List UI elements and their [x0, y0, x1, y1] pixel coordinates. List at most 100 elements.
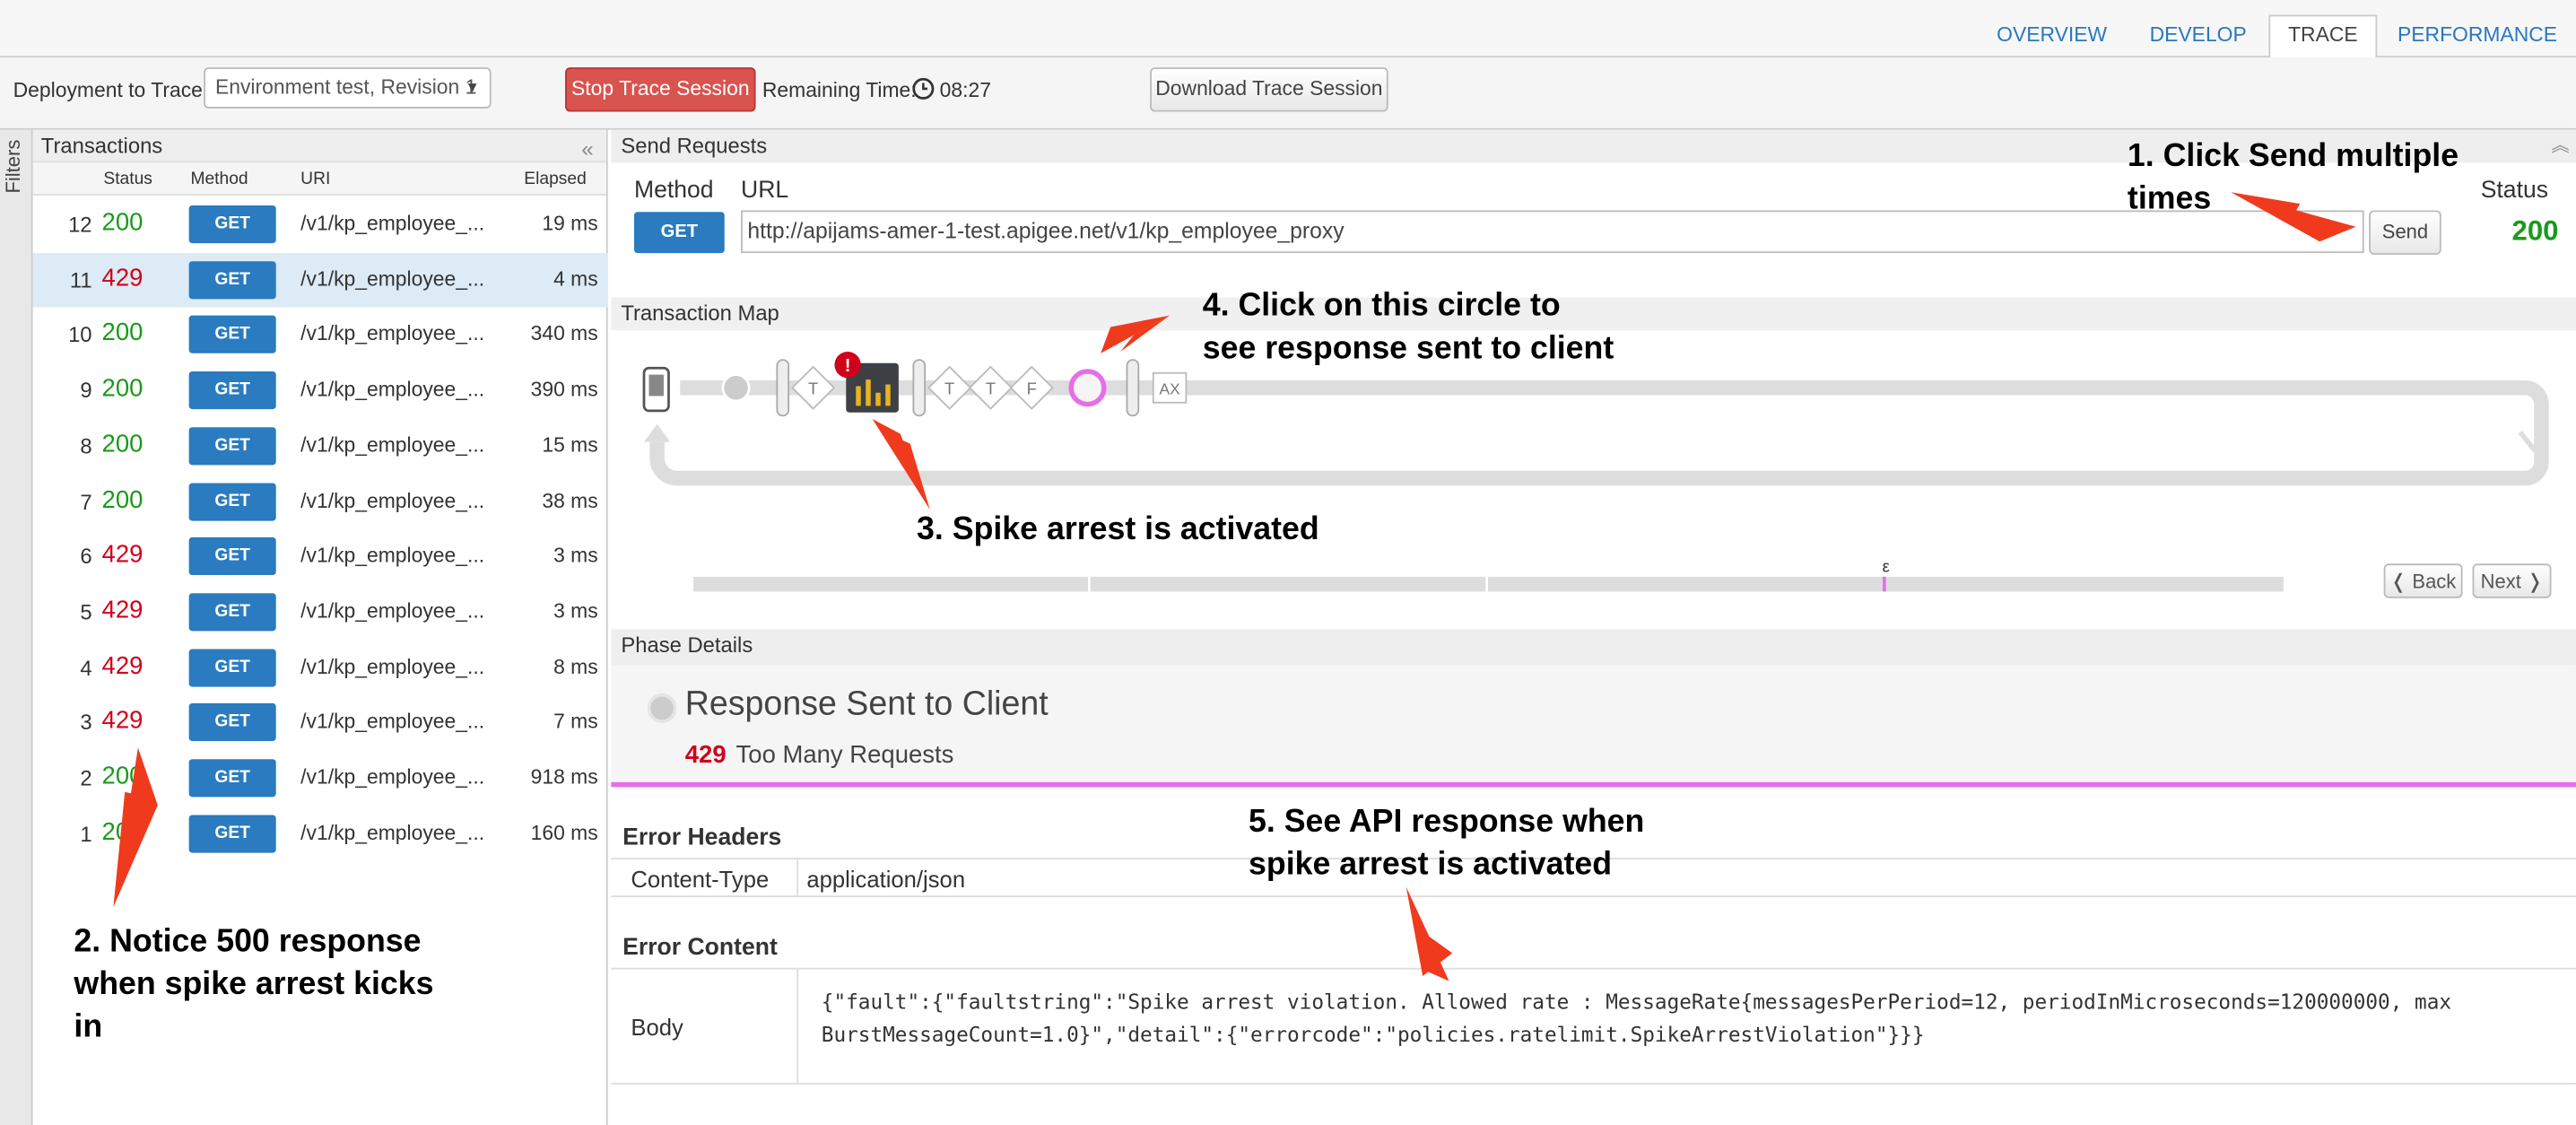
transaction-row[interactable]: 4 429 GET/v1/kp_employee_... 8 ms — [33, 641, 608, 696]
row-method-badge: GET — [188, 482, 276, 520]
error-headers-title: Error Headers — [622, 824, 782, 851]
transactions-title: Transactions — [40, 133, 163, 158]
deployment-value: Environment test, Revision 1 — [214, 75, 477, 99]
tab-develop[interactable]: DEVELOP — [2136, 16, 2260, 57]
row-uri: /v1/kp_employee_... — [300, 378, 485, 402]
row-number: 11 — [69, 266, 92, 292]
row-status: 429 — [101, 540, 144, 570]
row-uri: /v1/kp_employee_... — [300, 433, 485, 457]
row-method-badge: GET — [188, 371, 276, 410]
row-uri: /v1/kp_employee_... — [300, 655, 485, 678]
trace-detail-panel: Send Requests ︽ Method URL GET http://ap… — [611, 129, 2576, 1125]
row-number: 1 — [80, 821, 92, 846]
next-button[interactable]: Next ❭ — [2472, 563, 2552, 598]
row-elapsed: 918 ms — [530, 765, 598, 789]
row-uri: /v1/kp_employee_... — [300, 710, 485, 734]
row-uri: /v1/kp_employee_... — [300, 212, 485, 235]
col-method[interactable]: Method — [190, 170, 248, 189]
row-status: 429 — [101, 651, 144, 680]
row-status: 429 — [101, 596, 144, 624]
filters-label: Filters — [1, 139, 25, 194]
phase-status-code: 429 — [684, 741, 727, 770]
error-body-row: Body {"fault":{"faultstring":"Spike arre… — [611, 967, 2576, 1085]
svg-text:F: F — [1027, 379, 1037, 398]
collapse-icon[interactable]: « — [581, 133, 593, 164]
row-number: 10 — [68, 322, 92, 348]
request-point-icon[interactable] — [721, 373, 751, 403]
annotation-4: 4. Click on this circle to see response … — [1202, 287, 1614, 367]
row-elapsed: 340 ms — [530, 322, 598, 346]
chevron-right-icon: ❭ — [2520, 570, 2544, 594]
row-number: 2 — [80, 765, 92, 790]
error-content-title: Error Content — [622, 935, 778, 962]
response-sent-circle-icon[interactable] — [1068, 369, 1107, 407]
row-method-badge: GET — [188, 593, 276, 632]
collapse-up-icon[interactable]: ︽ — [2551, 132, 2569, 163]
row-method-badge: GET — [188, 703, 276, 742]
filters-sidebar[interactable]: Filters — [0, 129, 33, 1125]
timeline-bar[interactable] — [692, 576, 2284, 592]
annotation-3: 3. Spike arrest is activated — [917, 510, 1319, 547]
col-status[interactable]: Status — [103, 170, 152, 189]
tab-overview[interactable]: OVERVIEW — [1981, 16, 2123, 57]
row-status: 200 — [101, 374, 144, 403]
row-uri: /v1/kp_employee_... — [300, 765, 485, 789]
row-method-badge: GET — [188, 316, 276, 354]
top-nav: OVERVIEW DEVELOP TRACE PERFORMANCE — [0, 0, 2576, 59]
row-method-badge: GET — [188, 759, 276, 798]
row-elapsed: 7 ms — [553, 710, 598, 734]
method-select[interactable]: GET — [633, 212, 725, 254]
svg-text:T: T — [808, 379, 818, 398]
remaining-time-label: Remaining Time: — [761, 78, 917, 102]
row-number: 12 — [68, 212, 92, 237]
transaction-row[interactable]: 9 200 GET/v1/kp_employee_... 390 ms — [33, 363, 608, 419]
clock-icon — [912, 77, 935, 100]
svg-text:AX: AX — [1159, 380, 1180, 398]
row-uri: /v1/kp_employee_... — [300, 488, 485, 512]
transaction-row[interactable]: 8 200 GET/v1/kp_employee_... 15 ms — [33, 419, 608, 475]
chevron-left-icon: ❬ — [2389, 570, 2413, 594]
tab-trace[interactable]: TRACE — [2268, 14, 2378, 59]
transaction-row[interactable]: 12 200 GET/v1/kp_employee_... 19 ms — [33, 197, 608, 253]
tab-performance[interactable]: PERFORMANCE — [2390, 16, 2564, 57]
svg-text:ε: ε — [1883, 556, 1890, 575]
transactions-columns: Status Method URI Elapsed — [32, 162, 606, 196]
phase-name: Response Sent to Client — [684, 685, 1049, 723]
body-key: Body — [631, 1014, 683, 1041]
col-uri[interactable]: URI — [300, 170, 330, 189]
url-label: URL — [741, 177, 789, 205]
phase-status-icon — [647, 693, 677, 723]
header-key: Content-Type — [631, 866, 770, 893]
transaction-row[interactable]: 1 200 GET/v1/kp_employee_... 160 ms — [33, 807, 608, 862]
transaction-row[interactable]: 6 429 GET/v1/kp_employee_... 3 ms — [33, 529, 608, 585]
trace-toolbar: Deployment to Trace Environment test, Re… — [0, 57, 2576, 130]
transaction-row[interactable]: 2 200 GET/v1/kp_employee_... 918 ms — [33, 751, 608, 807]
remaining-time-value: 08:27 — [939, 78, 991, 102]
row-elapsed: 15 ms — [542, 433, 598, 457]
error-body: {"fault":{"faultstring":"Spike arrest vi… — [821, 989, 2452, 1047]
row-elapsed: 19 ms — [542, 212, 598, 235]
transaction-row[interactable]: 5 429 GET/v1/kp_employee_... 3 ms — [33, 585, 608, 641]
transaction-row[interactable]: 11 429 GET/v1/kp_employee_... 4 ms — [32, 252, 608, 309]
deployment-select[interactable]: Environment test, Revision 1 ▼ — [204, 67, 492, 109]
method-label: Method — [633, 177, 714, 205]
row-elapsed: 4 ms — [553, 266, 598, 291]
col-elapsed[interactable]: Elapsed — [524, 170, 587, 189]
row-number: 4 — [80, 655, 92, 680]
transaction-row[interactable]: 7 200 GET/v1/kp_employee_... 38 ms — [33, 474, 608, 529]
row-status: 429 — [101, 264, 144, 292]
back-button[interactable]: ❬ Back — [2383, 563, 2463, 598]
transaction-row[interactable]: 10 200 GET/v1/kp_employee_... 340 ms — [33, 308, 608, 363]
row-number: 8 — [80, 433, 92, 458]
transaction-row[interactable]: 3 429 GET/v1/kp_employee_... 7 ms — [33, 695, 608, 751]
phase-status-text: Too Many Requests — [735, 741, 954, 770]
row-status: 429 — [101, 707, 144, 736]
svg-text:T: T — [944, 379, 954, 398]
download-trace-button[interactable]: Download Trace Session — [1150, 67, 1388, 112]
row-status: 200 — [101, 485, 144, 514]
row-method-badge: GET — [188, 260, 276, 299]
row-uri: /v1/kp_employee_... — [300, 266, 485, 291]
row-number: 7 — [80, 488, 92, 514]
url-input[interactable]: http://apijams-amer-1-test.apigee.net/v1… — [741, 210, 2364, 254]
stop-trace-button[interactable]: Stop Trace Session — [565, 67, 756, 112]
